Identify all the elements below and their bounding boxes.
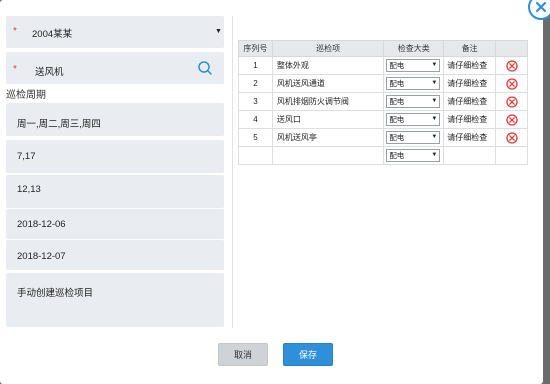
table-row: 1 整体外观 配电 ▼ 请仔细检查 bbox=[238, 56, 528, 75]
row-no: 3 bbox=[238, 92, 273, 111]
row-no: 4 bbox=[238, 110, 273, 129]
cancel-button[interactable]: 取消 bbox=[218, 343, 268, 366]
column-header-item: 巡检项 bbox=[271, 40, 385, 57]
remark-value: 手动创建巡检项目 bbox=[17, 288, 94, 299]
column-header-category: 检查大类 bbox=[383, 40, 445, 57]
table-row: 4 送风口 配电 ▼ 请仔细检查 bbox=[238, 110, 528, 129]
delete-row-icon[interactable] bbox=[505, 113, 518, 126]
remark-field[interactable] bbox=[6, 273, 224, 327]
column-header-note: 备注 bbox=[443, 40, 497, 57]
chevron-down-icon: ▼ bbox=[431, 116, 438, 122]
chevron-down-icon: ▼ bbox=[431, 152, 438, 158]
category-value: 配电 bbox=[389, 79, 405, 88]
row-note: 请仔细检查 bbox=[443, 74, 497, 93]
inspection-dialog: * 2004某某 ▼ * 送风机 巡检周期 周一,周二,周三,周四 7,17 1… bbox=[0, 0, 543, 384]
category-value: 配电 bbox=[389, 151, 405, 160]
row-no bbox=[238, 146, 273, 165]
table-row: 2 风机送风通道 配电 ▼ 请仔细检查 bbox=[238, 74, 528, 93]
category-value: 配电 bbox=[389, 97, 405, 106]
row-item: 整体外观 bbox=[271, 56, 385, 75]
category-value: 配电 bbox=[389, 133, 405, 142]
table-row: 5 风机送风亭 配电 ▼ 请仔细检查 bbox=[238, 128, 528, 147]
column-header-actions bbox=[495, 40, 528, 57]
row-no: 5 bbox=[238, 128, 273, 147]
table-header-row: 序列号 巡检项 检查大类 备注 bbox=[238, 40, 528, 57]
code-select-value: 2004某某 bbox=[32, 29, 73, 40]
row-item: 送风口 bbox=[271, 110, 385, 129]
required-mark: * bbox=[13, 64, 17, 75]
required-mark: * bbox=[13, 26, 17, 37]
chevron-down-icon: ▼ bbox=[215, 28, 222, 35]
months-field[interactable] bbox=[6, 140, 224, 173]
new-item-input[interactable] bbox=[271, 146, 385, 165]
row-note: 请仔细检查 bbox=[443, 56, 497, 75]
close-icon bbox=[535, 1, 547, 13]
row-item: 风机排烟防火调节阀 bbox=[271, 92, 385, 111]
months-value: 7,17 bbox=[17, 151, 36, 162]
chevron-down-icon: ▼ bbox=[431, 80, 438, 86]
table-row: 3 风机排烟防火调节阀 配电 ▼ 请仔细检查 bbox=[238, 92, 528, 111]
delete-row-icon[interactable] bbox=[505, 59, 518, 72]
search-icon[interactable] bbox=[197, 60, 213, 76]
row-no: 2 bbox=[238, 74, 273, 93]
category-select[interactable]: 配电 ▼ bbox=[386, 131, 441, 144]
new-item-row: 配电 ▼ bbox=[238, 146, 528, 165]
row-note: 请仔细检查 bbox=[443, 92, 497, 111]
category-select[interactable]: 配电 ▼ bbox=[386, 113, 441, 126]
category-select[interactable]: 配电 ▼ bbox=[386, 77, 441, 90]
row-item: 风机送风亭 bbox=[271, 128, 385, 147]
category-select[interactable]: 配电 ▼ bbox=[386, 59, 441, 72]
chevron-down-icon: ▼ bbox=[431, 134, 438, 140]
category-select[interactable]: 配电 ▼ bbox=[386, 95, 441, 108]
inspection-items-table: 序列号 巡检项 检查大类 备注 1 整体外观 配电 ▼ 请仔细检查 2 风机送风通… bbox=[238, 40, 528, 165]
chevron-down-icon: ▼ bbox=[431, 98, 438, 104]
device-field-value: 送风机 bbox=[35, 67, 64, 78]
cycle-section-title: 巡检周期 bbox=[6, 90, 46, 101]
row-no: 1 bbox=[238, 56, 273, 75]
column-header-no: 序列号 bbox=[238, 40, 273, 57]
row-actions bbox=[495, 146, 528, 165]
hours-value: 12,13 bbox=[17, 184, 41, 195]
panel-divider bbox=[232, 16, 233, 328]
start-date-value: 2018-12-06 bbox=[17, 219, 66, 230]
row-note: 请仔细检查 bbox=[443, 110, 497, 129]
row-note: 请仔细检查 bbox=[443, 128, 497, 147]
delete-row-icon[interactable] bbox=[505, 95, 518, 108]
category-value: 配电 bbox=[389, 61, 405, 70]
save-button[interactable]: 保存 bbox=[283, 343, 333, 366]
row-item: 风机送风通道 bbox=[271, 74, 385, 93]
end-date-value: 2018-12-07 bbox=[17, 251, 66, 262]
weekdays-value: 周一,周二,周三,周四 bbox=[17, 119, 101, 130]
category-select[interactable]: 配电 ▼ bbox=[386, 149, 441, 162]
new-note-input[interactable] bbox=[443, 146, 497, 165]
delete-row-icon[interactable] bbox=[505, 131, 518, 144]
delete-row-icon[interactable] bbox=[505, 77, 518, 90]
chevron-down-icon: ▼ bbox=[431, 62, 438, 68]
category-value: 配电 bbox=[389, 115, 405, 124]
